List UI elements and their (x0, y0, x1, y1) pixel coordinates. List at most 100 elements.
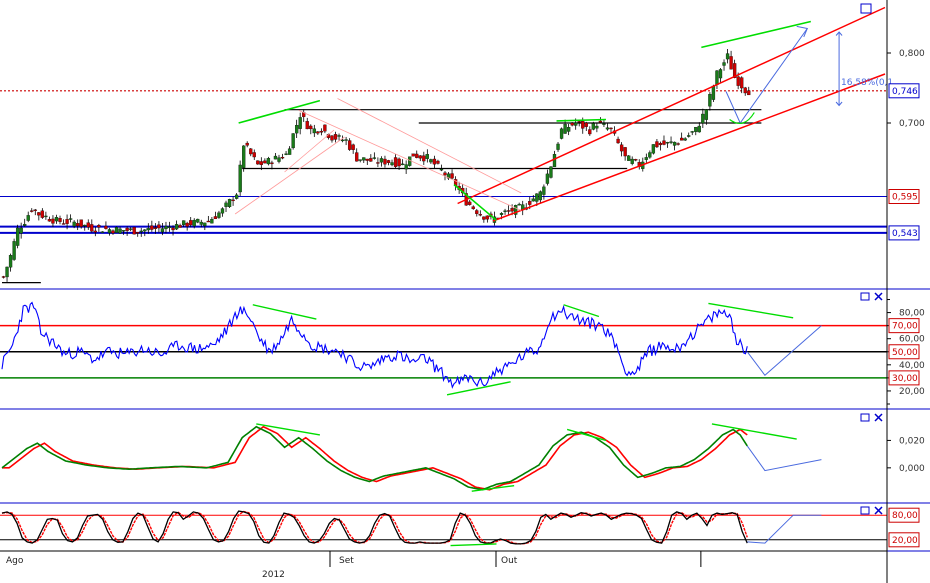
candle-body (196, 218, 200, 223)
candle-body (280, 156, 285, 159)
candle-body (256, 160, 260, 165)
candle-body (316, 131, 320, 134)
candle-body (79, 219, 83, 227)
candle-body (404, 164, 408, 170)
candle-body (747, 90, 751, 96)
year-label: 2012 (262, 570, 285, 580)
candle-body (729, 56, 733, 70)
candle-body (51, 218, 55, 224)
candle-body (5, 266, 9, 278)
candle-body (68, 218, 73, 220)
price-tag-label: 0,543 (892, 229, 918, 239)
candle (256, 160, 260, 165)
axis-tick-label: 0,700 (899, 119, 925, 129)
candle-body (482, 216, 486, 220)
price-tag-label: 50,00 (892, 348, 918, 358)
candle-body (330, 135, 334, 141)
candle-body (111, 230, 115, 234)
candle-body (19, 227, 23, 234)
candle-body (595, 125, 599, 129)
candle-body (623, 147, 627, 157)
candle-body (400, 163, 405, 166)
candle-body (468, 201, 472, 205)
price-tag: 0,543 (888, 225, 920, 241)
candle-body (259, 161, 263, 166)
candle-body (563, 124, 567, 134)
candle-body (189, 220, 193, 226)
price-tag: 30,00 (888, 370, 920, 386)
candle-body (217, 212, 221, 218)
candle-body (242, 145, 246, 168)
candle-body (164, 225, 168, 230)
candle (559, 127, 564, 140)
candle-body (616, 138, 620, 144)
candle-body (506, 210, 511, 212)
candle-body (287, 148, 292, 155)
candle-body (651, 144, 656, 154)
candle-body (390, 162, 394, 166)
candle-body (150, 225, 154, 230)
candle-body (266, 158, 271, 165)
candle-body (372, 157, 377, 159)
candle-body (743, 87, 747, 94)
candle (15, 224, 20, 249)
candle-body (725, 53, 730, 60)
candle-body (181, 220, 186, 226)
candle-body (736, 76, 740, 86)
price-tag: 80,00 (888, 507, 920, 523)
candle (238, 160, 242, 196)
candle-body (44, 215, 48, 218)
measure-label: 16,58%(0,1 (841, 78, 893, 88)
candle-body (475, 210, 479, 214)
candle-body (157, 224, 161, 229)
candle-body (499, 213, 504, 215)
month-label-out: Out (501, 556, 518, 566)
candle (227, 198, 232, 209)
candle-body (114, 227, 119, 233)
candle-body (397, 158, 401, 167)
candle-body (376, 162, 380, 164)
candle-body (252, 152, 256, 158)
candle-body (429, 159, 433, 163)
candle-body (8, 255, 13, 268)
candle-body (531, 198, 535, 202)
candle-body (305, 121, 309, 130)
candle-body (199, 221, 203, 225)
candle-body (662, 140, 666, 145)
candle-body (171, 227, 175, 231)
candle-body (93, 230, 97, 233)
price-tag-label: 30,00 (892, 374, 918, 384)
candle-body (602, 123, 606, 125)
candle-body (347, 140, 352, 150)
candle-body (690, 131, 694, 133)
candle-body (118, 228, 122, 234)
axis-tick-label: 40,00 (899, 361, 925, 371)
axis-tick-label: 60,00 (899, 335, 925, 345)
candle-body (90, 224, 94, 232)
candle-body (146, 228, 150, 231)
candle-body (270, 162, 274, 165)
candle (411, 153, 415, 157)
candle-body (619, 144, 624, 152)
candle-body (213, 216, 218, 220)
candle-body (61, 223, 66, 225)
candle-body (312, 128, 316, 134)
candle-body (648, 152, 652, 158)
price-tag: 70,00 (888, 318, 920, 334)
candle-body (86, 222, 90, 228)
candle-body (203, 222, 207, 227)
candle-body (104, 225, 108, 229)
candle-body (644, 157, 648, 160)
candle (266, 156, 271, 166)
candle-body (40, 210, 45, 218)
candle (132, 226, 136, 235)
axis-tick-label: 80,00 (899, 309, 925, 319)
candle-body (443, 172, 447, 176)
candle-body (54, 217, 59, 222)
axis-tick-label: 0,800 (899, 49, 925, 59)
candle-body (72, 221, 76, 227)
candle-body (503, 210, 507, 212)
candle-body (309, 125, 313, 130)
candle-body (65, 219, 69, 224)
candle-body (174, 224, 179, 230)
